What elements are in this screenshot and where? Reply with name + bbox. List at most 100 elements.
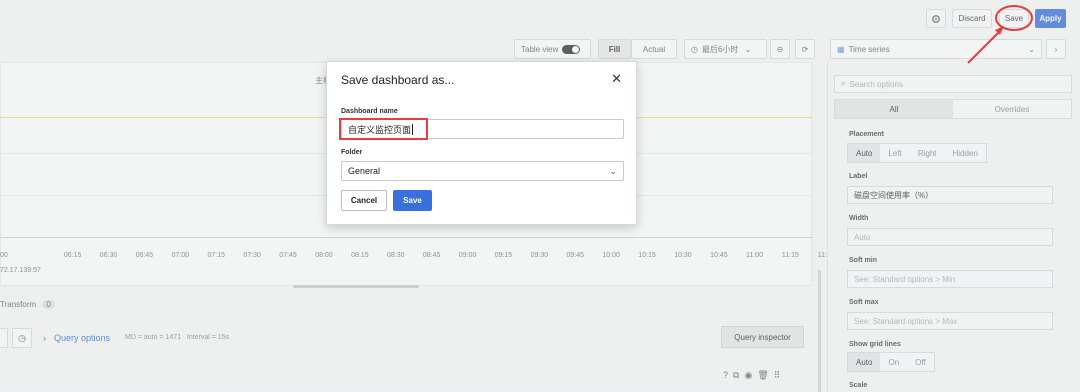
label-label: Label [849,173,868,180]
x-tick-label: 10:00 [602,252,620,259]
clock-icon: ◷ [691,44,698,54]
gear-icon [932,14,940,23]
trash-icon[interactable]: 🗑 [757,370,773,380]
save-button[interactable]: Save [999,9,1029,28]
x-tick-label: 08:00 [315,252,333,259]
width-label: Width [849,215,869,222]
x-tick-label: 07:15 [207,252,226,259]
panel-scrollbar[interactable] [293,285,419,288]
x-tick-label: 06:15 [63,252,82,259]
history-icon: ◷ [18,332,26,343]
placement-hidden[interactable]: Hidden [945,144,986,162]
help-icon[interactable]: ? [723,370,733,380]
transform-count-badge: 0 [42,300,55,309]
chevron-down-icon: ⌄ [1028,44,1035,54]
soft-min-input[interactable]: See: Standard options > Min [847,270,1053,288]
x-tick-label: 09:00 [458,252,477,259]
query-options-link[interactable]: Query options [54,333,110,343]
grid-lines-selector[interactable]: Auto On Off [847,352,935,372]
x-tick-label: 09:45 [566,252,585,259]
x-tick-label: 11:00 [746,252,763,259]
chevron-right-icon: › [1054,44,1058,54]
grid-lines-on[interactable]: On [880,353,907,371]
x-tick-label: 06:30 [99,252,118,259]
search-options-input[interactable]: ⌕ Search options [834,75,1072,93]
x-tick-label: 10:15 [638,252,656,259]
series-line [1,237,813,238]
soft-max-input[interactable]: See: Standard options > Max [847,312,1053,330]
table-view-toggle[interactable]: Table view [514,39,591,59]
transform-tab[interactable]: Transform 0 [0,300,55,309]
transform-tab-label: Transform [0,300,37,309]
drag-handle-icon[interactable]: ⠿ [774,370,786,380]
x-tick-label: 07:00 [171,252,190,259]
discard-button[interactable]: Discard [952,9,992,28]
vertical-scrollbar[interactable] [818,270,821,392]
save-button[interactable]: Save [393,190,432,211]
folder-select[interactable]: General ⌄ [341,161,624,181]
chevron-down-icon: ⌄ [744,44,752,54]
x-tick-label: 08:30 [387,252,405,259]
refresh-button[interactable]: ⟳ [795,39,815,59]
placement-right[interactable]: Right [910,144,945,162]
x-tick-label: 07:30 [243,252,261,259]
scale-label: Scale [849,382,868,389]
visualization-picker[interactable]: ▦ Time series ⌄ [830,39,1042,59]
x-tick-label: 09:30 [530,252,549,259]
x-tick-label: 06:45 [135,252,154,259]
table-view-label: Table view [521,44,559,54]
search-icon: ⌕ [841,79,846,88]
close-icon[interactable]: ✕ [611,71,622,87]
query-history-button[interactable]: ◷ [12,328,32,348]
legend-entry[interactable]: 72.17.139:57 [0,267,41,274]
time-series-icon: ▦ [837,44,845,54]
query-inspector-button[interactable]: Query inspector [721,326,804,348]
folder-label: Folder [341,149,363,156]
chevron-right-icon: › [43,333,46,343]
visualization-name: Time series [848,44,890,54]
grid-lines-auto[interactable]: Auto [848,353,881,371]
annotation-highlight-box [339,118,428,140]
x-tick-label: 08:15 [351,252,369,259]
options-pane: ⌕ Search options All Overrides Placement… [827,62,1080,392]
dialog-title: Save dashboard as... [341,73,455,87]
datasource-button[interactable] [0,328,8,348]
placement-selector[interactable]: Auto Left Right Hidden [847,143,987,163]
grid-lines-off[interactable]: Off [907,353,934,371]
width-input[interactable]: Auto [847,228,1053,246]
x-tick-label: 07:45 [279,252,297,259]
x-tick-label: 10:30 [674,252,692,259]
actual-option[interactable]: Actual [631,39,677,59]
placement-left[interactable]: Left [880,144,909,162]
placement-label: Placement [849,131,885,138]
label-input[interactable]: 磁盘空间使用率（%） [847,186,1053,204]
cancel-button[interactable]: Cancel [341,190,387,211]
x-tick-label: 00 [0,252,8,259]
duplicate-icon[interactable]: ⧉ [733,370,744,380]
collapse-options-button[interactable]: › [1046,39,1066,59]
query-meta: MD = auto = 1471 Interval = 15s [125,334,230,341]
time-range-picker[interactable]: ◷ 最后6小时 ⌄ [684,39,767,59]
placement-auto[interactable]: Auto [848,144,881,162]
refresh-icon: ⟳ [801,44,809,54]
zoom-out-button[interactable]: ⊖ [770,39,790,59]
zoom-out-icon: ⊖ [776,44,784,54]
fill-option[interactable]: Fill [598,39,631,59]
options-tabs: All Overrides [834,99,1072,119]
time-range-value: 最后6小时 [701,44,739,54]
panel-toolbar: Table view Fill Actual ◷ 最后6小时 ⌄ ⊖ ⟳ ▦ T… [0,38,1066,60]
settings-gear-button[interactable] [926,9,946,28]
grid-lines-label: Show grid lines [849,341,901,348]
top-bar: Discard Save Apply [0,0,1080,38]
toggle-switch-icon [562,44,581,54]
tab-all[interactable]: All [835,100,953,118]
x-tick-label: 10:45 [710,252,728,259]
chevron-down-icon: ⌄ [609,165,617,176]
eye-icon[interactable]: ◉ [744,370,757,380]
apply-button[interactable]: Apply [1035,9,1066,28]
soft-max-label: Soft max [849,299,879,306]
folder-value: General [348,166,381,176]
tab-overrides[interactable]: Overrides [953,100,1071,118]
query-editor-area: Transform 0 ◷ › Query options MD = auto … [0,292,812,392]
soft-min-label: Soft min [849,257,877,264]
